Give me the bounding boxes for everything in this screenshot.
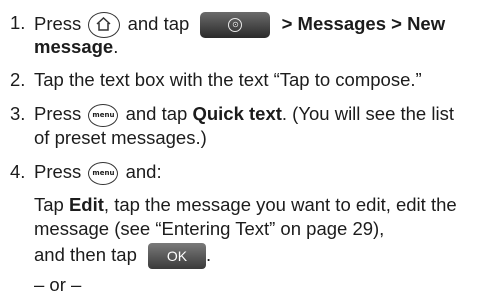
step-4-or: – or – [34, 274, 82, 295]
step-3-quick-text: Quick text [192, 103, 282, 124]
step-3-line-1: Press menu and tap Quick text. (You will… [34, 103, 454, 127]
step-3-line-2: of preset messages.) [34, 127, 207, 148]
step-4-sub-line-3: and then tap OK. [34, 243, 211, 269]
step-1-and-tap: and tap [127, 12, 190, 34]
step-1-period: . [113, 36, 119, 57]
ok-button-icon: OK [148, 243, 207, 269]
step-1-path-cont: message [34, 36, 114, 57]
step-1-line-2: message. [34, 36, 118, 58]
step-4-press: Press [34, 161, 82, 182]
step-4-line-1: Press menu and: [34, 161, 162, 185]
step-4-sub-line-1: Tap Edit, tap the message you want to ed… [34, 194, 457, 216]
home-icon [88, 12, 121, 38]
menu-key-icon: menu [88, 161, 119, 185]
step-4-sub-line-2: message (see “Entering Text” on page 29)… [34, 218, 385, 239]
step-3-and-tap: and tap [125, 103, 188, 124]
step-4-and: and: [125, 161, 162, 182]
step-4-number: 4. [10, 161, 26, 182]
step-1-path: > Messages > New [281, 12, 446, 34]
step-1-line-1: Press and tap ⊙ > Messages > New [34, 12, 445, 38]
step-4-sub-rest: , tap the message you want to edit, edit… [103, 194, 457, 215]
menu-key-icon: menu [88, 103, 119, 127]
step-2-text: Tap the text box with the text “Tap to c… [34, 69, 422, 90]
step-3-number: 3. [10, 103, 26, 124]
step-3-rest: . (You will see the list [281, 103, 454, 124]
all-apps-tab-icon: ⊙ [200, 12, 271, 38]
step-4-sub-period: . [206, 243, 212, 265]
step-4-sub-and-then: and then tap [34, 243, 137, 265]
step-3-press: Press [34, 103, 82, 124]
step-1-press: Press [34, 12, 82, 34]
step-4-sub-tap: Tap [34, 194, 64, 215]
step-1-number: 1. [10, 12, 26, 33]
step-4-sub-edit: Edit [68, 194, 104, 215]
step-2-number: 2. [10, 69, 26, 90]
